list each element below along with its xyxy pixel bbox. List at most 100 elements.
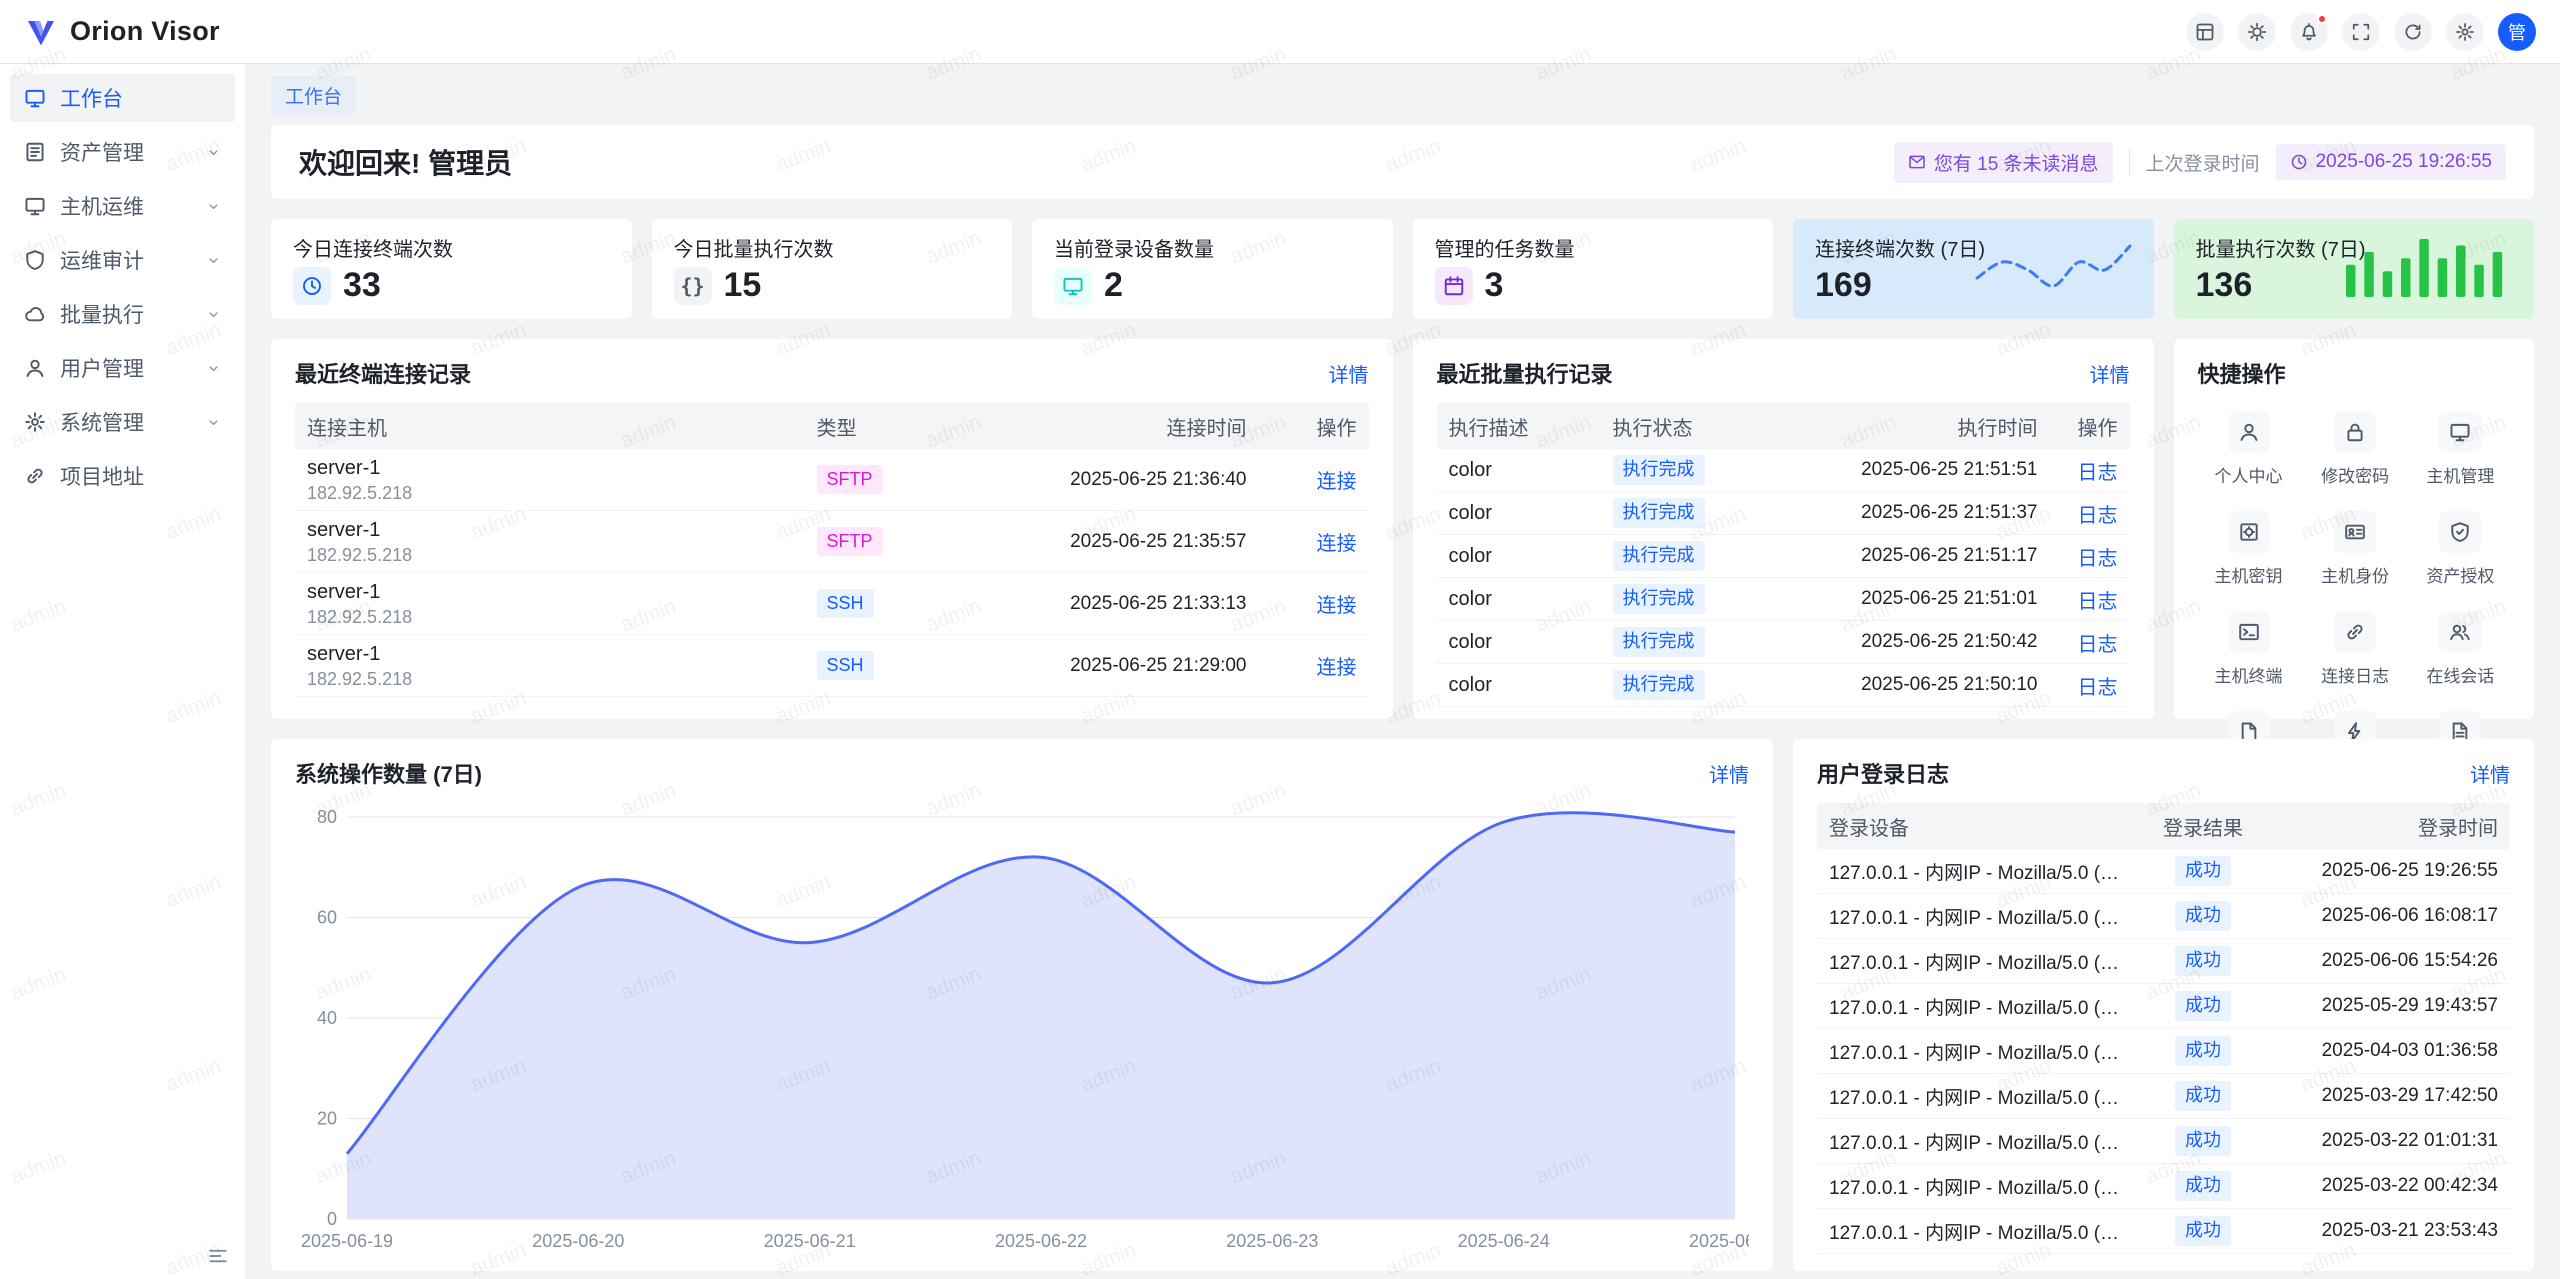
execution-time: 2025-06-25 21:50:10 — [1773, 674, 2038, 696]
last-login-time-chip: 2025-06-25 19:26:55 — [2276, 144, 2506, 180]
login-device: 127.0.0.1 - 内网IP - Mozilla/5.0 (Windows … — [1829, 1083, 2143, 1110]
log-link[interactable]: 日志 — [2078, 677, 2118, 699]
quick-action-host-terminal[interactable]: 主机终端 — [2198, 611, 2300, 687]
column-header: 执行状态 — [1613, 412, 1773, 441]
terminal-row: server-1182.92.5.218SFTP2025-06-25 21:36… — [295, 449, 1369, 511]
login-time: 2025-06-06 16:08:17 — [2263, 905, 2498, 927]
login-log-row: 127.0.0.1 - 内网IP - Mozilla/5.0 (Windows … — [1817, 939, 2510, 984]
execution-time: 2025-06-25 21:51:37 — [1773, 502, 2038, 524]
quick-action-label: 主机终端 — [2215, 662, 2283, 687]
sidebar-item-workbench[interactable]: 工作台 — [10, 74, 235, 122]
log-link[interactable]: 日志 — [2078, 462, 2118, 484]
sidebar-item-host-ops[interactable]: 主机运维 — [10, 182, 235, 230]
brand[interactable]: Orion Visor — [24, 15, 220, 49]
quick-action-asset-authorization[interactable]: 资产授权 — [2411, 511, 2510, 587]
sidebar-item-user-management[interactable]: 用户管理 — [10, 344, 235, 392]
terminal-icon — [2228, 611, 2270, 653]
desktop-icon — [24, 87, 46, 109]
connect-link[interactable]: 连接 — [1317, 533, 1357, 555]
execution-description: color — [1449, 502, 1613, 525]
sidebar-item-asset-management[interactable]: 资产管理 — [10, 128, 235, 176]
stat-value: 169 — [1815, 266, 1872, 305]
orion-logo-icon — [24, 15, 58, 49]
login-time: 2025-03-21 23:53:43 — [2263, 1220, 2498, 1242]
log-link[interactable]: 日志 — [2078, 548, 2118, 570]
connect-link[interactable]: 连接 — [1317, 471, 1357, 493]
fullscreen-icon[interactable] — [2342, 13, 2380, 51]
terminal-detail-link[interactable]: 详情 — [1329, 359, 1369, 388]
quick-action-host-keys[interactable]: 主机密钥 — [2198, 511, 2300, 587]
login-result-tag: 成功 — [2175, 1081, 2231, 1110]
sidebar-item-label: 系统管理 — [60, 407, 192, 437]
sidebar-item-label: 主机运维 — [60, 191, 192, 221]
connect-link[interactable]: 连接 — [1317, 657, 1357, 679]
clock-icon — [2290, 153, 2308, 171]
breadcrumb-workbench[interactable]: 工作台 — [271, 76, 356, 115]
ops-chart-detail-link[interactable]: 详情 — [1709, 759, 1749, 788]
stat-value: 33 — [343, 266, 381, 305]
login-time: 2025-04-03 01:36:58 — [2263, 1040, 2498, 1062]
svg-text:2025-06-24: 2025-06-24 — [1458, 1231, 1550, 1251]
sidebar-item-batch-execution[interactable]: 批量执行 — [10, 290, 235, 338]
calendar-icon — [1435, 267, 1473, 305]
terminal-panel-title: 最近终端连接记录 — [295, 357, 471, 389]
log-link[interactable]: 日志 — [2078, 591, 2118, 613]
welcome-title: 欢迎回来! 管理员 — [299, 142, 512, 182]
host-ip: 182.92.5.218 — [307, 669, 817, 690]
app-title: Orion Visor — [70, 16, 220, 47]
notifications-icon[interactable] — [2290, 13, 2328, 51]
quick-action-label: 在线会话 — [2426, 662, 2494, 687]
refresh-icon[interactable] — [2394, 13, 2432, 51]
list-icon — [24, 141, 46, 163]
login-time: 2025-03-29 17:42:50 — [2263, 1085, 2498, 1107]
login-log-row: 127.0.0.1 - 内网IP - Mozilla/5.0 (Windows … — [1817, 984, 2510, 1029]
quick-action-host-identity[interactable]: 主机身份 — [2306, 511, 2405, 587]
theme-icon[interactable] — [2238, 13, 2276, 51]
quick-action-personal-center[interactable]: 个人中心 — [2198, 411, 2300, 487]
login-log-row: 127.0.0.1 - 内网IP - Mozilla/5.0 (Windows … — [1817, 849, 2510, 894]
sidebar-item-label: 批量执行 — [60, 299, 192, 329]
breadcrumb: 工作台 — [271, 76, 2534, 115]
display-icon — [1054, 267, 1092, 305]
batch-row: color执行完成2025-06-25 21:51:51日志 — [1437, 449, 2130, 492]
trend-card-terminal-7d: 连接终端次数 (7日)169 — [1793, 219, 2154, 319]
user-avatar[interactable]: 管 — [2498, 13, 2536, 51]
sidebar-item-project-url[interactable]: 项目地址 — [10, 452, 235, 500]
overview-icon[interactable] — [2186, 13, 2224, 51]
quick-action-label: 主机身份 — [2321, 562, 2389, 587]
quick-action-label: 个人中心 — [2215, 462, 2283, 487]
connect-time: 2025-06-25 21:33:13 — [947, 593, 1247, 615]
log-link[interactable]: 日志 — [2078, 505, 2118, 527]
sidebar-collapse-icon[interactable] — [207, 1245, 229, 1267]
log-link[interactable]: 日志 — [2078, 634, 2118, 656]
sidebar-item-ops-audit[interactable]: 运维审计 — [10, 236, 235, 284]
quick-action-host-management[interactable]: 主机管理 — [2411, 411, 2510, 487]
svg-text:2025-06-22: 2025-06-22 — [995, 1231, 1087, 1251]
execution-status-tag: 执行完成 — [1613, 455, 1705, 484]
settings-icon[interactable] — [2446, 13, 2484, 51]
login-time: 2025-06-25 19:26:55 — [2263, 860, 2498, 882]
login-detail-link[interactable]: 详情 — [2470, 759, 2510, 788]
svg-text:80: 80 — [317, 807, 337, 827]
login-result-tag: 成功 — [2175, 901, 2231, 930]
column-header: 操作 — [1247, 412, 1357, 441]
column-header: 执行时间 — [1773, 412, 2038, 441]
execution-status-tag: 执行完成 — [1613, 584, 1705, 613]
sidebar: 工作台资产管理主机运维运维审计批量执行用户管理系统管理项目地址 — [0, 64, 245, 1279]
sidebar-item-system-management[interactable]: 系统管理 — [10, 398, 235, 446]
svg-text:2025-06-19: 2025-06-19 — [301, 1231, 393, 1251]
quick-action-online-session[interactable]: 在线会话 — [2411, 611, 2510, 687]
execution-time: 2025-06-25 21:51:51 — [1773, 459, 2038, 481]
batch-detail-link[interactable]: 详情 — [2090, 359, 2130, 388]
connect-link[interactable]: 连接 — [1317, 595, 1357, 617]
connect-time: 2025-06-25 21:29:00 — [947, 655, 1247, 677]
execution-time: 2025-06-25 21:51:01 — [1773, 588, 2038, 610]
column-header: 登录设备 — [1829, 812, 2143, 841]
unread-messages-chip[interactable]: 您有 15 条未读消息 — [1894, 142, 2113, 183]
quick-action-connection-log[interactable]: 连接日志 — [2306, 611, 2405, 687]
connection-type-tag: SFTP — [817, 527, 883, 556]
welcome-banner: 欢迎回来! 管理员 您有 15 条未读消息 上次登录时间 2025-06-25 … — [271, 125, 2534, 199]
quick-action-change-password[interactable]: 修改密码 — [2306, 411, 2405, 487]
quick-action-label: 主机管理 — [2426, 462, 2494, 487]
connect-time: 2025-06-25 21:36:40 — [947, 469, 1247, 491]
